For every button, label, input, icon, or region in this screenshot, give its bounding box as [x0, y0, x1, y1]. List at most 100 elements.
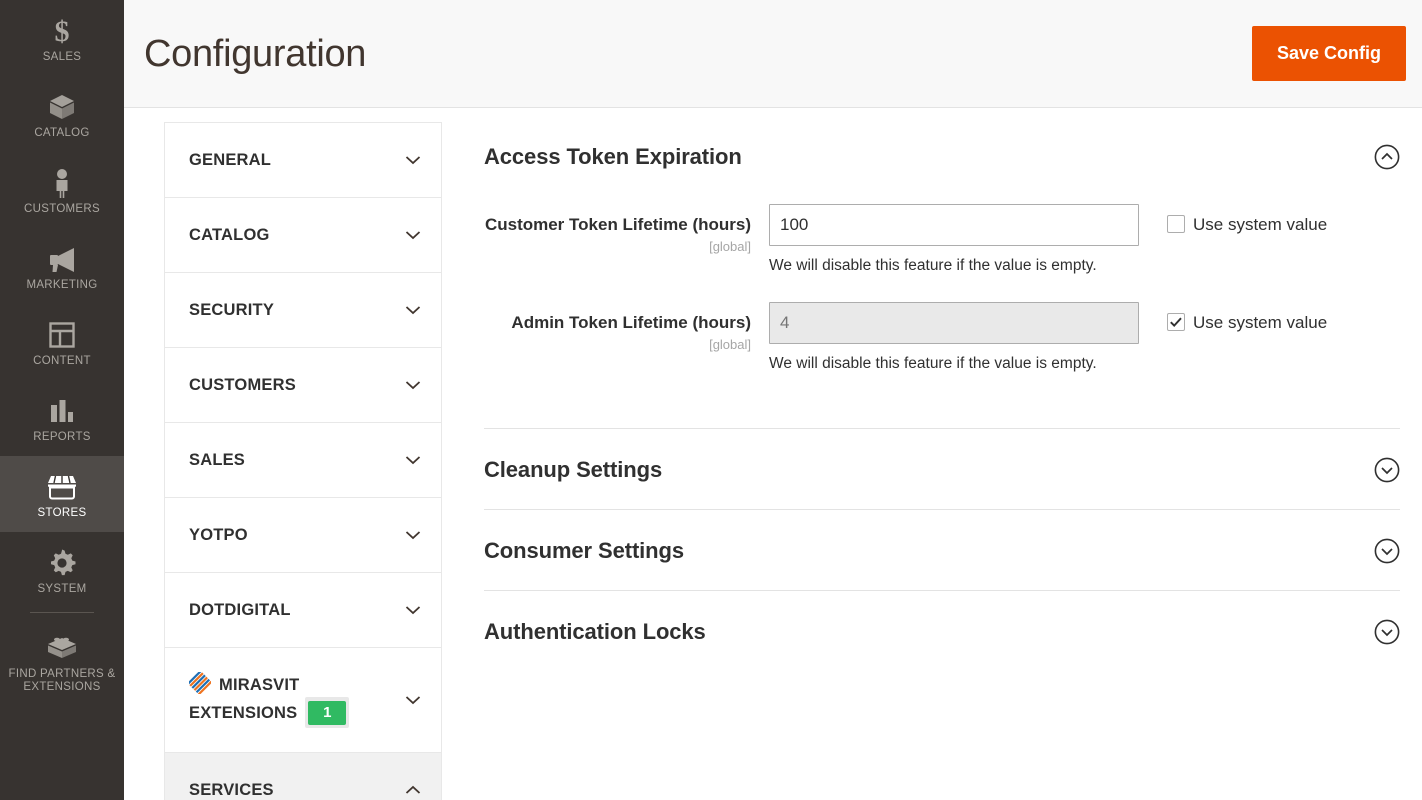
- admin-token-lifetime-input[interactable]: [769, 302, 1139, 344]
- field-control: We will disable this feature if the valu…: [769, 204, 1139, 276]
- field-label-block: Customer Token Lifetime (hours) [global]: [484, 204, 769, 256]
- config-nav-label: YOTPO: [189, 526, 248, 544]
- sidebar-item-customers[interactable]: CUSTOMERS: [0, 152, 124, 228]
- config-nav-label: SECURITY: [189, 301, 275, 319]
- config-nav-item-dotdigital[interactable]: DOTDIGITAL: [165, 573, 441, 648]
- section-title: Access Token Expiration: [484, 144, 742, 169]
- mirasvit-logo-icon: [187, 670, 213, 696]
- field-note: We will disable this feature if the valu…: [769, 355, 1097, 372]
- sidebar-item-catalog[interactable]: CATALOG: [0, 76, 124, 152]
- section-title: Cleanup Settings: [484, 457, 663, 482]
- main-region: Configuration Save Config GENERAL CATALO…: [124, 0, 1422, 800]
- sidebar-item-stores[interactable]: STORES: [0, 456, 124, 532]
- section-authentication-locks: Authentication Locks: [484, 590, 1400, 671]
- sidebar-item-label: SYSTEM: [37, 583, 87, 595]
- chevron-down-icon: [405, 530, 421, 540]
- section-header[interactable]: Cleanup Settings: [484, 428, 1400, 509]
- gear-icon: [4, 546, 120, 580]
- chevron-up-circle-icon[interactable]: [1374, 144, 1400, 170]
- dollar-icon: $: [4, 14, 120, 48]
- checkbox-label: Use system value: [1193, 215, 1328, 234]
- storefront-icon: [4, 470, 120, 504]
- sidebar-item-sales[interactable]: $ SALES: [0, 0, 124, 76]
- sidebar-item-label: SALES: [42, 51, 82, 63]
- field-inherit: Use system value: [1139, 302, 1329, 335]
- bar-chart-icon: [4, 394, 120, 428]
- section-header[interactable]: Access Token Expiration: [484, 122, 1400, 190]
- field-scope: [global]: [709, 239, 751, 254]
- chevron-down-circle-icon[interactable]: [1374, 619, 1400, 645]
- config-nav-label-wrap: MIRASVIT EXTENSIONS 1: [187, 670, 419, 728]
- lego-brick-icon: [4, 631, 120, 665]
- chevron-down-icon: [405, 605, 421, 615]
- section-header[interactable]: Authentication Locks: [484, 590, 1400, 671]
- section-cleanup-settings: Cleanup Settings: [484, 428, 1400, 509]
- box-icon: [4, 90, 120, 124]
- person-icon: [4, 166, 120, 200]
- badge-wrapper: 1: [305, 697, 350, 728]
- config-nav-item-general[interactable]: GENERAL: [165, 123, 441, 198]
- chevron-down-icon: [405, 155, 421, 165]
- chevron-down-icon: [405, 695, 421, 705]
- chevron-down-icon: [405, 230, 421, 240]
- use-system-value-customer-token[interactable]: Use system value: [1167, 212, 1329, 237]
- section-header[interactable]: Consumer Settings: [484, 509, 1400, 590]
- config-nav-item-security[interactable]: SECURITY: [165, 273, 441, 348]
- section-access-token-expiration: Access Token Expiration Customer Token L…: [484, 122, 1400, 428]
- config-nav-item-mirasvit-extensions[interactable]: MIRASVIT EXTENSIONS 1: [165, 648, 441, 753]
- section-consumer-settings: Consumer Settings: [484, 509, 1400, 590]
- section-title: Authentication Locks: [484, 619, 706, 644]
- config-nav-item-services[interactable]: SERVICES: [165, 753, 441, 800]
- config-nav-label: CUSTOMERS: [189, 376, 296, 394]
- field-admin-token-lifetime: Admin Token Lifetime (hours) [global] We…: [484, 302, 1400, 374]
- section-body: Customer Token Lifetime (hours) [global]…: [484, 190, 1400, 428]
- config-nav-label: CATALOG: [189, 226, 270, 244]
- checkbox-checked-icon[interactable]: [1167, 313, 1185, 331]
- status-badge: 1: [308, 701, 347, 725]
- page-header: Configuration Save Config: [124, 0, 1422, 108]
- sidebar-item-reports[interactable]: REPORTS: [0, 380, 124, 456]
- chevron-down-icon: [405, 455, 421, 465]
- sidebar-item-label: CONTENT: [33, 355, 91, 367]
- config-nav-label: SERVICES: [189, 781, 274, 799]
- global-sidebar: $ SALES CATALOG CUSTOMERS MARKETING CONT…: [0, 0, 124, 800]
- sidebar-item-marketing[interactable]: MARKETING: [0, 228, 124, 304]
- field-control: We will disable this feature if the valu…: [769, 302, 1139, 374]
- sidebar-item-system[interactable]: SYSTEM: [0, 532, 124, 608]
- config-nav-label: GENERAL: [189, 151, 272, 169]
- layout-icon: [4, 318, 120, 352]
- page-title: Configuration: [144, 32, 367, 75]
- use-system-value-admin-token[interactable]: Use system value: [1167, 310, 1329, 335]
- config-nav-label: DOTDIGITAL: [189, 601, 291, 619]
- checkbox-label: Use system value: [1193, 313, 1328, 332]
- field-note: We will disable this feature if the valu…: [769, 257, 1097, 274]
- config-nav-item-sales[interactable]: SALES: [165, 423, 441, 498]
- chevron-down-icon: [405, 380, 421, 390]
- header-actions: Save Config: [1251, 25, 1406, 82]
- customer-token-lifetime-input[interactable]: [769, 204, 1139, 246]
- chevron-down-circle-icon[interactable]: [1374, 538, 1400, 564]
- field-inherit: Use system value: [1139, 204, 1329, 237]
- config-nav-item-catalog[interactable]: CATALOG: [165, 198, 441, 273]
- sidebar-item-content[interactable]: CONTENT: [0, 304, 124, 380]
- sidebar-item-label: REPORTS: [33, 431, 91, 443]
- chevron-down-circle-icon[interactable]: [1374, 457, 1400, 483]
- save-config-button[interactable]: Save Config: [1251, 25, 1406, 82]
- config-nav-label: SALES: [189, 451, 246, 469]
- config-nav: GENERAL CATALOG SECURITY CUSTOMERS SALES…: [164, 122, 442, 800]
- sidebar-item-label: FIND PARTNERS & EXTENSIONS: [8, 668, 116, 693]
- sidebar-divider: [30, 612, 94, 613]
- field-customer-token-lifetime: Customer Token Lifetime (hours) [global]…: [484, 204, 1400, 276]
- chevron-up-icon: [405, 785, 421, 795]
- sidebar-item-find-partners-extensions[interactable]: FIND PARTNERS & EXTENSIONS: [0, 617, 124, 706]
- page-body: GENERAL CATALOG SECURITY CUSTOMERS SALES…: [124, 108, 1422, 800]
- chevron-down-icon: [405, 305, 421, 315]
- config-nav-item-yotpo[interactable]: YOTPO: [165, 498, 441, 573]
- config-nav-item-customers[interactable]: CUSTOMERS: [165, 348, 441, 423]
- sidebar-item-label: STORES: [37, 507, 87, 519]
- checkbox-unchecked-icon[interactable]: [1167, 215, 1185, 233]
- sidebar-item-label: CATALOG: [34, 127, 90, 139]
- megaphone-icon: [4, 242, 120, 276]
- section-title: Consumer Settings: [484, 538, 684, 563]
- sidebar-item-label: MARKETING: [26, 279, 98, 291]
